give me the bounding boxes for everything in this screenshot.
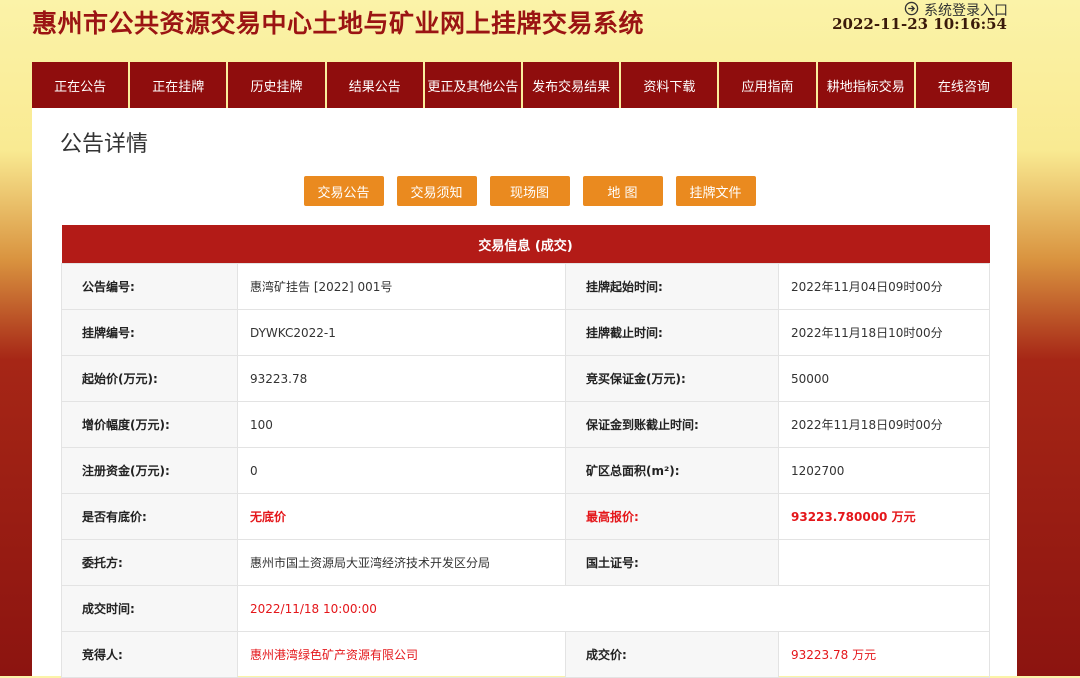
trade-notice-button[interactable]: 交易须知 [396,176,477,206]
value-land-cert-no [777,539,991,586]
value-listing-no: DYWKC2022-1 [237,309,566,356]
nav-item-corrections[interactable]: 更正及其他公告 [424,62,522,108]
trade-announcement-button[interactable]: 交易公告 [303,176,384,206]
table-row: 增价幅度(万元): 100 保证金到账截止时间: 2022年11月18日09时0… [61,401,991,448]
value-deposit-deadline: 2022年11月18日09时00分 [777,401,991,448]
nav-item-history[interactable]: 历史挂牌 [228,62,325,108]
label-highest-bid: 最高报价: [565,493,779,540]
label-client: 委托方: [61,539,238,586]
main-nav: 正在公告 正在挂牌 历史挂牌 结果公告 更正及其他公告 发布交易结果 资料下载 … [32,62,1013,108]
table-row: 注册资金(万元): 0 矿区总面积(m²): 1202700 [61,447,991,494]
value-winner: 惠州港湾绿色矿产资源有限公司 [237,631,566,678]
value-listing-start: 2022年11月04日09时00分 [777,263,991,310]
trade-info-table: 交易信息 (成交) 公告编号: 惠湾矿挂告 [2022] 001号 挂牌起始时间… [61,225,991,678]
nav-item-guide[interactable]: 应用指南 [719,62,816,108]
label-registered-capital: 注册资金(万元): [61,447,238,494]
label-reserve-price: 是否有底价: [61,493,238,540]
label-land-cert-no: 国土证号: [565,539,779,586]
value-highest-bid: 93223.780000 万元 [777,493,991,540]
nav-item-consult[interactable]: 在线咨询 [915,62,1013,108]
label-deposit: 竞买保证金(万元): [565,355,779,402]
value-deal-price: 93223.78 万元 [777,631,991,678]
value-client: 惠州市国土资源局大亚湾经济技术开发区分局 [237,539,566,586]
label-listing-start: 挂牌起始时间: [565,263,779,310]
table-row: 成交时间: 2022/11/18 10:00:00 [61,585,991,632]
table-row: 挂牌编号: DYWKC2022-1 挂牌截止时间: 2022年11月18日10时… [61,309,991,356]
site-title: 惠州市公共资源交易中心土地与矿业网上挂牌交易系统 [32,9,645,38]
label-mining-area: 矿区总面积(m²): [565,447,779,494]
table-row: 委托方: 惠州市国土资源局大亚湾经济技术开发区分局 国土证号: [61,539,991,586]
label-announcement-no: 公告编号: [61,263,238,310]
label-increment: 增价幅度(万元): [61,401,238,448]
listing-documents-button[interactable]: 挂牌文件 [675,176,756,206]
nav-item-publish-results[interactable]: 发布交易结果 [523,62,620,108]
label-deposit-deadline: 保证金到账截止时间: [565,401,779,448]
value-reserve-price: 无底价 [237,493,566,540]
value-mining-area: 1202700 [777,447,991,494]
value-announcement-no: 惠湾矿挂告 [2022] 001号 [237,263,566,310]
table-row: 竞得人: 惠州港湾绿色矿产资源有限公司 成交价: 93223.78 万元 [61,631,991,678]
table-row: 公告编号: 惠湾矿挂告 [2022] 001号 挂牌起始时间: 2022年11月… [61,263,991,310]
label-winner: 竞得人: [61,631,238,678]
value-increment: 100 [237,401,566,448]
nav-item-listing[interactable]: 正在挂牌 [130,62,227,108]
label-listing-end: 挂牌截止时间: [565,309,779,356]
table-header: 交易信息 (成交) [61,225,990,264]
label-start-price: 起始价(万元): [61,355,238,402]
label-deal-time: 成交时间: [61,585,238,632]
value-deal-time: 2022/11/18 10:00:00 [236,585,991,632]
table-row: 是否有底价: 无底价 最高报价: 93223.780000 万元 [61,493,991,540]
value-registered-capital: 0 [237,447,566,494]
site-photo-button[interactable]: 现场图 [489,176,570,206]
map-button[interactable]: 地 图 [582,176,663,206]
label-deal-price: 成交价: [565,631,779,678]
value-start-price: 93223.78 [237,355,566,402]
detail-tabs: 交易公告 交易须知 现场图 地 图 挂牌文件 [32,176,1017,206]
content-panel: 公告详情 交易公告 交易须知 现场图 地 图 挂牌文件 交易信息 (成交) 公告… [32,108,1017,678]
nav-item-farmland-trading[interactable]: 耕地指标交易 [817,62,914,108]
nav-item-results[interactable]: 结果公告 [326,62,423,108]
value-deposit: 50000 [777,355,991,402]
datetime: 2022-11-23 10:16:54 [832,15,1007,33]
value-listing-end: 2022年11月18日10时00分 [777,309,991,356]
page-title: 公告详情 [60,132,149,157]
nav-item-downloads[interactable]: 资料下载 [621,62,718,108]
label-listing-no: 挂牌编号: [61,309,238,356]
nav-item-announcing[interactable]: 正在公告 [32,62,129,108]
table-row: 起始价(万元): 93223.78 竞买保证金(万元): 50000 [61,355,991,402]
